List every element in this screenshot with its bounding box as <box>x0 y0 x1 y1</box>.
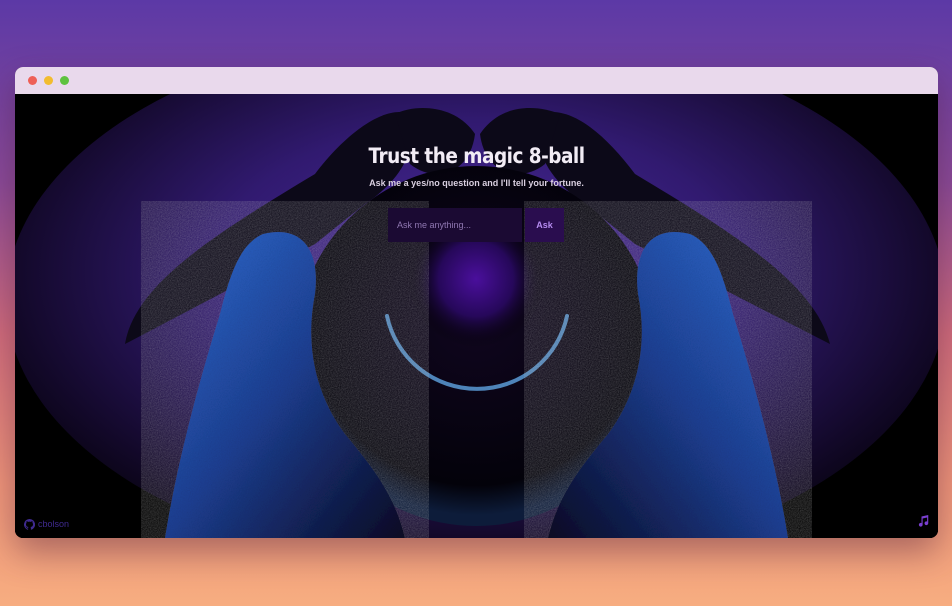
minimize-window-button[interactable] <box>44 76 53 85</box>
question-input[interactable] <box>388 208 522 242</box>
ask-button[interactable]: Ask <box>525 208 564 242</box>
close-window-button[interactable] <box>28 76 37 85</box>
window-titlebar <box>15 67 938 94</box>
maximize-window-button[interactable] <box>60 76 69 85</box>
browser-window: Trust the magic 8-ball Ask me a yes/no q… <box>15 67 938 538</box>
page-subtitle: Ask me a yes/no question and I'll tell y… <box>369 178 584 188</box>
github-link[interactable]: cbolson <box>24 518 69 530</box>
question-form: Ask <box>388 208 564 242</box>
page-viewport: Trust the magic 8-ball Ask me a yes/no q… <box>15 94 938 538</box>
github-username: cbolson <box>38 519 70 529</box>
music-toggle-button[interactable] <box>917 514 929 532</box>
music-note-icon <box>918 515 929 527</box>
page-title: Trust the magic 8-ball <box>368 144 585 168</box>
github-icon <box>24 518 35 530</box>
